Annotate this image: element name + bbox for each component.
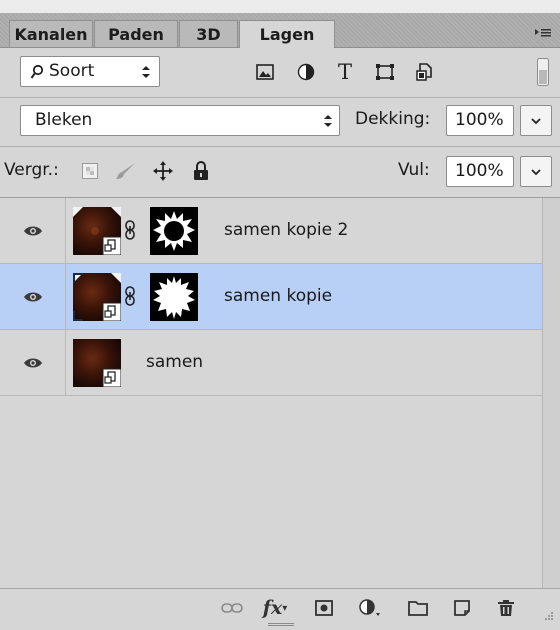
resize-grip-icon[interactable] <box>540 609 556 623</box>
eye-icon <box>23 226 42 236</box>
blend-mode-select[interactable]: Bleken <box>20 105 340 136</box>
layers-list: samen kopie 2 samen kopie samen <box>0 198 542 588</box>
opacity-value: 100% <box>455 110 504 130</box>
layers-panel: Kanalen Paden 3D Lagen Soort T Bleken De… <box>0 0 560 630</box>
panel-menu-icon[interactable] <box>534 27 552 39</box>
layer-thumbnail[interactable] <box>73 207 122 256</box>
layer-mask-thumbnail[interactable] <box>150 273 198 321</box>
chevron-down-icon <box>521 106 551 135</box>
visibility-toggle[interactable] <box>0 330 66 396</box>
filter-row: Soort T <box>0 48 560 98</box>
visibility-toggle[interactable] <box>0 264 66 330</box>
layer-thumbnail[interactable] <box>73 273 122 322</box>
panel-drag-handle[interactable] <box>266 622 296 628</box>
mask-link-icon[interactable] <box>123 284 137 308</box>
kind-filter-select[interactable]: Soort <box>20 56 160 87</box>
layer-name[interactable]: samen kopie 2 <box>224 220 348 240</box>
layer-mask-thumbnail[interactable] <box>150 207 198 255</box>
new-layer-icon[interactable] <box>450 597 474 619</box>
tab-3d[interactable]: 3D <box>179 20 238 47</box>
select-arrows-icon <box>321 112 335 130</box>
fill-value: 100% <box>455 161 504 181</box>
lock-row: Vergr.: Vul: 100% <box>0 147 560 197</box>
fx-icon[interactable]: fx ▾ <box>260 597 290 619</box>
adjustment-layer-icon[interactable] <box>356 597 386 619</box>
lock-transparency-icon[interactable] <box>80 161 100 181</box>
layer-row[interactable]: samen kopie 2 <box>0 198 542 264</box>
visibility-toggle[interactable] <box>0 198 66 264</box>
layer-name[interactable]: samen kopie <box>224 286 332 306</box>
add-mask-icon[interactable] <box>312 597 336 619</box>
layers-scrollbar[interactable] <box>542 198 560 588</box>
tab-lagen[interactable]: Lagen <box>239 20 335 48</box>
filter-toggle-switch[interactable] <box>536 57 550 87</box>
opacity-dropdown-button[interactable] <box>520 105 552 136</box>
tab-paden[interactable]: Paden <box>94 20 178 47</box>
type-filter-icon[interactable]: T <box>333 60 357 84</box>
fill-label: Vul: <box>398 160 430 180</box>
fill-field[interactable]: 100% <box>446 156 514 187</box>
kind-filter-label: Soort <box>49 61 95 81</box>
image-filter-icon[interactable] <box>254 61 276 83</box>
adjustment-filter-icon[interactable] <box>295 61 317 83</box>
mask-link-icon[interactable] <box>123 218 137 242</box>
layer-row-selected[interactable]: samen kopie <box>0 264 542 330</box>
lock-label: Vergr.: <box>4 160 59 180</box>
search-icon <box>29 63 45 81</box>
link-layers-icon[interactable] <box>220 597 244 619</box>
eye-icon <box>23 358 42 368</box>
lock-pixels-brush-icon[interactable] <box>114 159 138 183</box>
delete-layer-icon[interactable] <box>494 597 518 619</box>
chevron-down-icon <box>521 157 551 186</box>
fill-dropdown-button[interactable] <box>520 156 552 187</box>
layer-row[interactable]: samen <box>0 330 542 396</box>
blend-mode-value: Bleken <box>35 110 93 130</box>
lock-all-icon[interactable] <box>190 159 212 183</box>
select-arrows-icon <box>139 63 153 81</box>
opacity-label: Dekking: <box>355 109 431 129</box>
panel-top-strip <box>0 0 560 13</box>
lock-position-move-icon[interactable] <box>151 159 175 183</box>
panel-tab-bar: Kanalen Paden 3D Lagen <box>0 13 560 48</box>
shape-filter-icon[interactable] <box>374 61 396 83</box>
new-group-icon[interactable] <box>406 597 430 619</box>
smart-object-filter-icon[interactable] <box>414 60 436 84</box>
layer-thumbnail[interactable] <box>73 339 122 388</box>
tab-kanalen[interactable]: Kanalen <box>9 20 93 47</box>
eye-icon <box>23 292 42 302</box>
layers-bottom-toolbar: fx ▾ <box>0 588 560 630</box>
layer-name[interactable]: samen <box>146 352 203 372</box>
blend-row: Bleken Dekking: 100% <box>0 98 560 146</box>
opacity-field[interactable]: 100% <box>446 105 514 136</box>
